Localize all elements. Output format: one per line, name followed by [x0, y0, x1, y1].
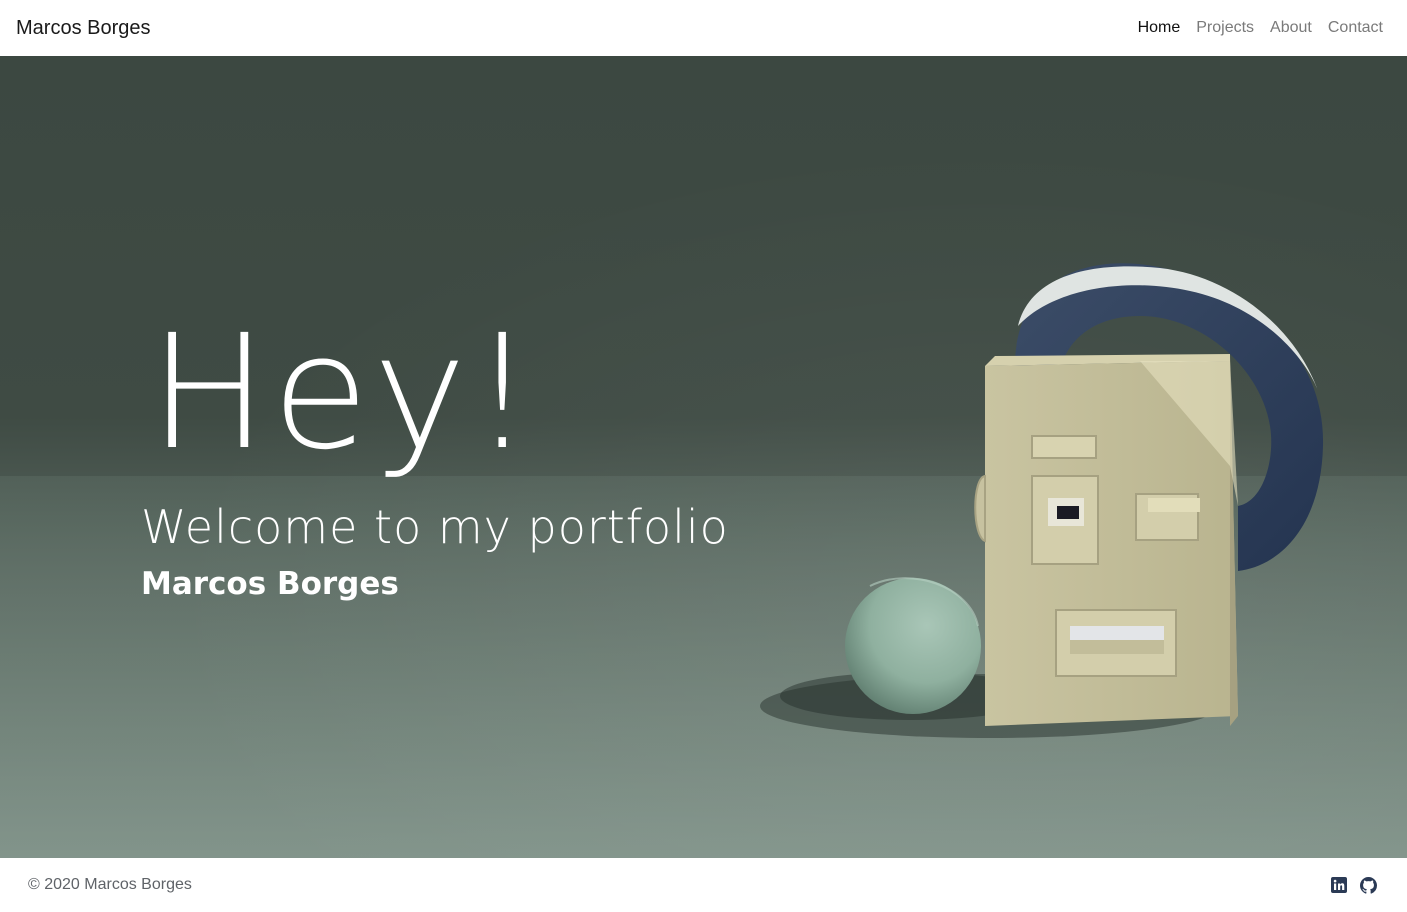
github-link[interactable] [1360, 876, 1377, 894]
nav-link-about[interactable]: About [1270, 19, 1312, 36]
nav-link-home[interactable]: Home [1138, 19, 1181, 36]
navbar: Marcos Borges Home Projects About Contac… [0, 0, 1407, 56]
copyright-text: © 2020 Marcos Borges [28, 876, 192, 893]
linkedin-icon [1331, 876, 1347, 893]
footer: © 2020 Marcos Borges [0, 858, 1407, 912]
github-icon [1360, 876, 1377, 894]
hero-name: Marcos Borges [141, 566, 399, 602]
nav-links: Home Projects About Contact [1138, 19, 1383, 37]
brand-link[interactable]: Marcos Borges [16, 17, 151, 40]
nav-item-home: Home [1138, 19, 1181, 37]
nav-link-contact[interactable]: Contact [1328, 19, 1383, 36]
nav-link-projects[interactable]: Projects [1196, 19, 1254, 36]
hero-3d-illustration [760, 263, 1324, 738]
nav-item-contact: Contact [1328, 19, 1383, 37]
hero-section: Hey! Welcome to my portfolio Marcos Borg… [0, 56, 1407, 858]
social-links [1331, 876, 1377, 894]
nav-item-about: About [1270, 19, 1312, 37]
linkedin-link[interactable] [1331, 876, 1348, 894]
hero-title: Hey! [149, 301, 538, 485]
hero-subtitle: Welcome to my portfolio [141, 500, 729, 554]
nav-item-projects: Projects [1196, 19, 1254, 37]
